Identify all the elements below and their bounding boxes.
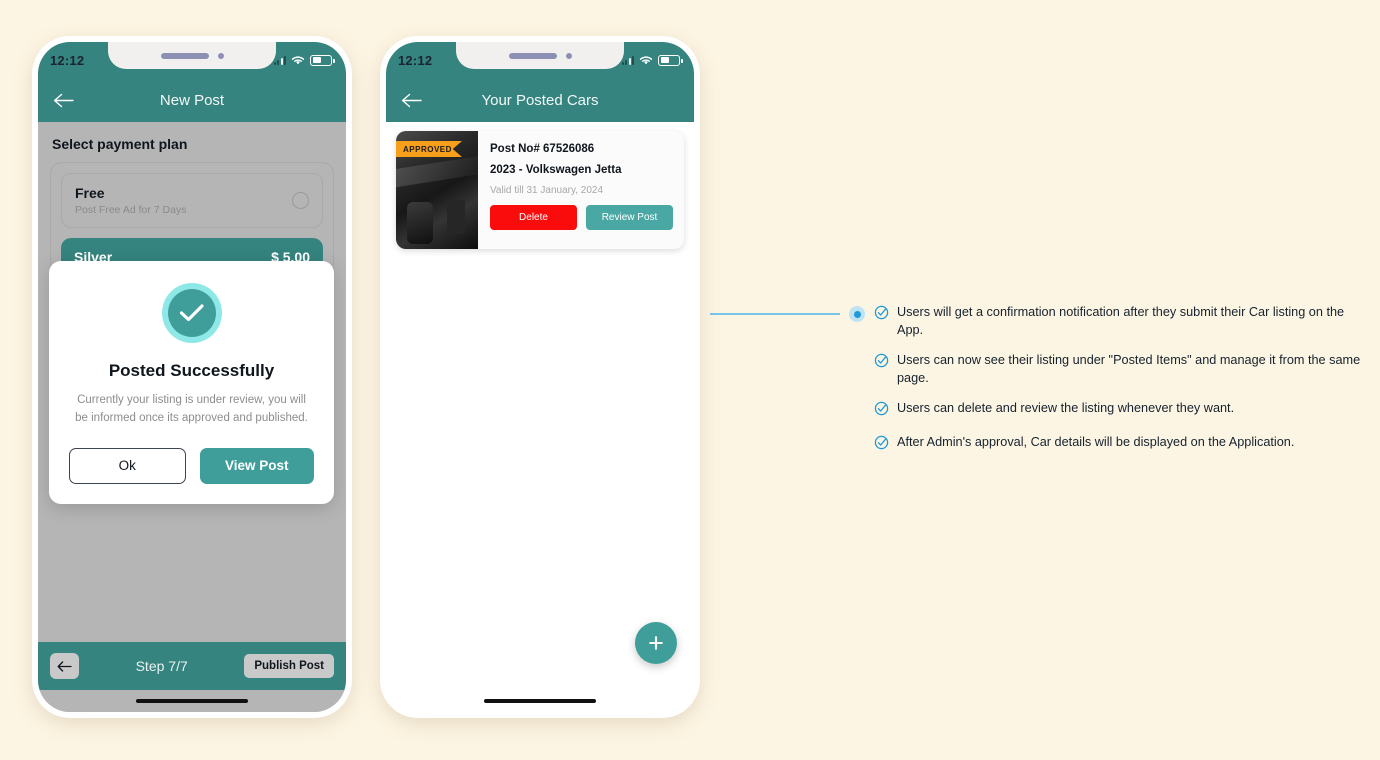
phone-mockup-posted-cars: 12:12 Your Posted Cars APPROVED Post No#… xyxy=(380,36,700,718)
annotation-text: Users can now see their listing under "P… xyxy=(897,353,1361,386)
list-item[interactable]: APPROVED Post No# 67526086 2023 - Volksw… xyxy=(396,131,684,249)
back-arrow-icon[interactable] xyxy=(400,89,422,111)
publish-post-button[interactable]: Publish Post xyxy=(244,654,334,678)
list-item: Users can now see their listing under "P… xyxy=(874,351,1364,387)
phone-mockup-new-post: 12:12 New Post Select payment plan Free … xyxy=(32,36,352,718)
page-title: New Post xyxy=(159,91,225,109)
view-post-button[interactable]: View Post xyxy=(199,447,314,484)
list-item: Users will get a confirmation notificati… xyxy=(874,303,1364,339)
car-model: 2023 - Volkswagen Jetta xyxy=(490,164,622,176)
status-icons xyxy=(273,54,335,66)
review-post-button[interactable]: Review Post xyxy=(586,205,673,230)
wifi-icon xyxy=(291,55,305,64)
status-icons xyxy=(621,54,683,66)
connector-dot xyxy=(849,306,865,322)
status-time: 12:12 xyxy=(398,52,433,68)
plan-subtitle: Post Free Ad for 7 Days xyxy=(75,204,187,216)
camera-icon xyxy=(217,52,224,59)
dialog-body: Currently your listing is under review, … xyxy=(75,394,308,424)
camera-icon xyxy=(565,52,572,59)
home-bar xyxy=(136,699,248,703)
notch xyxy=(108,42,276,69)
annotation-text: After Admin's approval, Car details will… xyxy=(897,435,1295,450)
post-number: Post No# 67526086 xyxy=(490,143,595,155)
home-indicator xyxy=(38,690,346,712)
footer-back-button[interactable] xyxy=(50,653,79,679)
status-time: 12:12 xyxy=(50,52,85,68)
home-indicator xyxy=(386,690,694,712)
success-dialog: Posted Successfully Currently your listi… xyxy=(49,261,334,504)
check-circle-icon xyxy=(874,353,889,373)
wifi-icon xyxy=(639,55,653,64)
add-post-fab[interactable] xyxy=(635,622,677,664)
battery-icon xyxy=(310,54,335,66)
dialog-actions: Ok View Post xyxy=(69,447,314,484)
signal-bars-icon xyxy=(621,55,634,65)
check-circle-icon xyxy=(874,435,889,455)
home-bar xyxy=(484,699,596,703)
battery-icon xyxy=(658,54,683,66)
delete-button[interactable]: Delete xyxy=(490,205,577,230)
valid-till: Valid till 31 January, 2024 xyxy=(490,185,604,196)
status-bar: 12:12 xyxy=(38,42,346,78)
connector-line xyxy=(710,313,840,315)
car-interior-photo: APPROVED xyxy=(396,131,478,249)
card-actions: Delete Review Post xyxy=(490,205,673,230)
back-arrow-icon[interactable] xyxy=(52,89,74,111)
status-badge: APPROVED xyxy=(396,141,462,157)
plan-name: Free xyxy=(75,185,105,201)
posted-cars-body: APPROVED Post No# 67526086 2023 - Volksw… xyxy=(386,122,694,712)
page-title: Your Posted Cars xyxy=(481,91,599,109)
annotation-list: Users will get a confirmation notificati… xyxy=(874,303,1364,467)
speaker-icon xyxy=(160,52,209,59)
list-item: Users can delete and review the listing … xyxy=(874,399,1364,421)
phone-screen: 12:12 New Post Select payment plan Free … xyxy=(38,42,346,712)
annotation-text: Users can delete and review the listing … xyxy=(897,401,1235,416)
phone-screen: 12:12 Your Posted Cars APPROVED Post No#… xyxy=(386,42,694,712)
annotation-text: Users will get a confirmation notificati… xyxy=(897,305,1345,338)
list-item: After Admin's approval, Car details will… xyxy=(874,433,1364,455)
step-indicator: Step 7/7 xyxy=(135,658,188,674)
success-check-icon xyxy=(161,283,222,343)
plan-option-free[interactable]: Free Post Free Ad for 7 Days xyxy=(61,173,323,228)
plus-icon xyxy=(649,636,663,650)
ok-button[interactable]: Ok xyxy=(69,447,186,484)
app-header: New Post xyxy=(38,78,346,122)
signal-bars-icon xyxy=(273,55,286,65)
check-circle-icon xyxy=(874,401,889,421)
speaker-icon xyxy=(508,52,557,59)
status-bar: 12:12 xyxy=(386,42,694,78)
notch xyxy=(456,42,624,69)
app-header: Your Posted Cars xyxy=(386,78,694,122)
radio-button-free[interactable] xyxy=(292,192,309,209)
dialog-title: Posted Successfully xyxy=(108,361,275,380)
card-info: Post No# 67526086 2023 - Volkswagen Jett… xyxy=(478,131,684,249)
check-circle-icon xyxy=(874,305,889,325)
wizard-footer: Step 7/7 Publish Post xyxy=(38,642,346,690)
section-title: Select payment plan xyxy=(52,136,188,152)
